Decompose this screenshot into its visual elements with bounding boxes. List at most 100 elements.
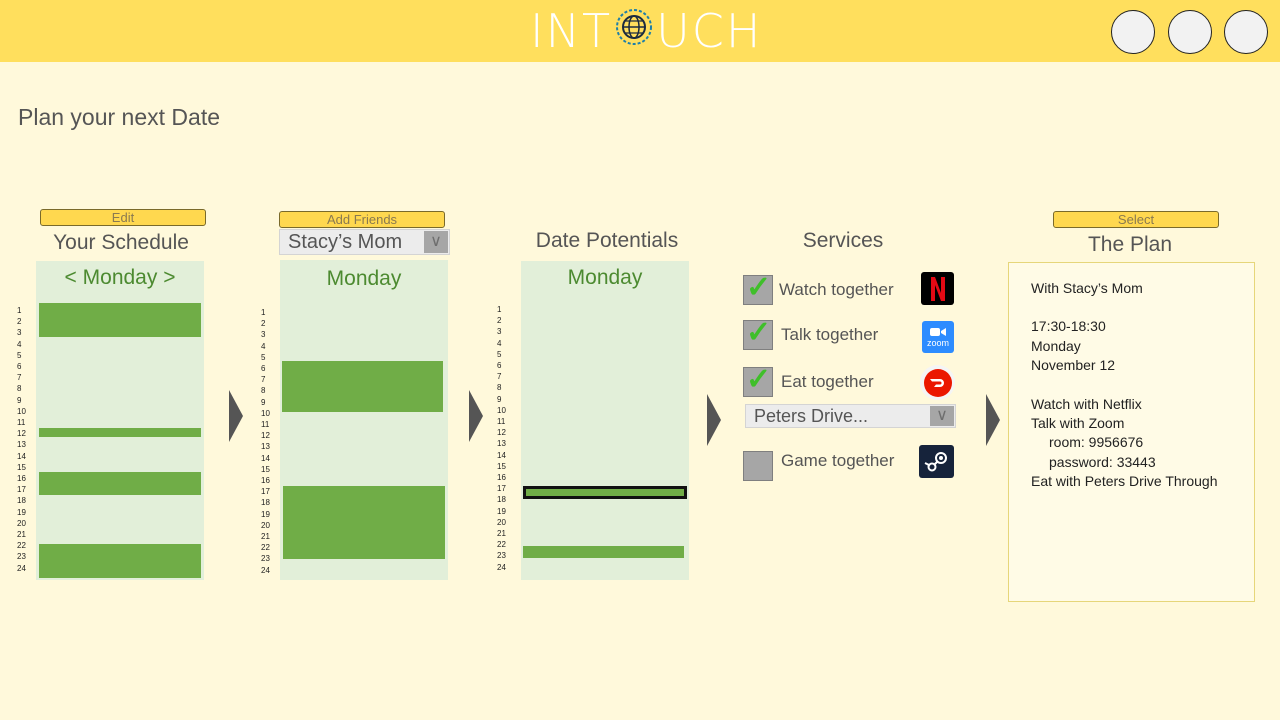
hour-label: 9 (497, 394, 502, 404)
hour-label: 12 (497, 428, 506, 438)
hour-label: 14 (17, 451, 26, 461)
potentials-panel: Monday (521, 261, 689, 580)
hour-label: 14 (261, 453, 270, 463)
potentials-day-label: Monday (567, 266, 643, 289)
restaurant-select[interactable]: Peters Drive... ∨ (745, 404, 956, 428)
hour-label: 22 (261, 543, 270, 553)
busy-block (283, 486, 445, 559)
check-icon: ✓ (746, 363, 772, 396)
plan-with: With Stacy’s Mom (1031, 280, 1143, 296)
hour-label: 20 (17, 518, 26, 528)
hour-label: 6 (497, 361, 502, 371)
hour-label: 24 (261, 565, 270, 575)
busy-block[interactable] (39, 544, 201, 578)
watch-checkbox[interactable]: ✓ (743, 271, 773, 305)
hour-label: 24 (497, 562, 506, 572)
busy-block[interactable] (39, 428, 201, 437)
hour-label: 17 (17, 485, 26, 495)
service-talk[interactable]: ✓ Talk together (743, 316, 878, 350)
restaurant-select-value: Peters Drive... (754, 406, 869, 426)
hour-label: 16 (261, 476, 270, 486)
intouch-logo[interactable]: IN T UCH (530, 4, 762, 58)
hour-label: 15 (497, 461, 506, 471)
hour-label: 6 (261, 364, 266, 374)
hour-label: 11 (261, 420, 270, 430)
plan-talk: Talk with Zoom (1031, 415, 1125, 432)
hour-label: 16 (17, 474, 26, 484)
schedule-panel: < Monday > (36, 261, 204, 580)
hour-label: 5 (17, 350, 22, 360)
hour-label: 7 (497, 372, 502, 382)
hour-label: 17 (261, 487, 270, 497)
hour-label: 8 (497, 383, 502, 393)
hour-label: 4 (497, 338, 502, 348)
hour-labels: 1 2 3 4 5 6 7 8 9 10 11 12 13 14 15 16 17 18 19 20 21 22 23 24 (261, 307, 270, 576)
hour-label: 1 (497, 305, 502, 314)
hour-label: 8 (17, 384, 22, 394)
next-arrow-icon (469, 390, 483, 442)
doordash-icon (920, 365, 955, 400)
hour-label: 2 (17, 317, 22, 327)
potentials-title: Date Potentials (535, 229, 679, 252)
hour-label: 1 (17, 306, 22, 315)
select-button[interactable]: Select (1053, 211, 1219, 228)
plan-password: password: 33443 (1049, 453, 1156, 470)
busy-block[interactable] (39, 303, 201, 337)
page-title: Plan your next Date (18, 104, 221, 130)
hour-labels: 1 2 3 4 5 6 7 8 9 10 11 12 13 14 15 16 17 18 19 20 21 22 23 24 (497, 304, 506, 573)
game-checkbox[interactable] (743, 451, 773, 481)
hour-label: 22 (497, 540, 506, 550)
hour-label: 18 (17, 496, 26, 506)
service-label: Eat together (781, 372, 874, 391)
chevron-down-icon[interactable]: ∨ (930, 406, 954, 426)
busy-block[interactable] (39, 472, 201, 495)
hour-label: 21 (261, 532, 270, 542)
add-friends-button[interactable]: Add Friends (279, 211, 445, 228)
friend-select-value: Stacy’s Mom (288, 231, 403, 253)
hour-label: 6 (17, 362, 22, 372)
chevron-down-icon[interactable]: ∨ (424, 231, 448, 253)
hour-label: 14 (497, 450, 506, 460)
hour-label: 7 (17, 373, 22, 383)
hour-label: 2 (497, 316, 502, 326)
netflix-icon (921, 272, 954, 305)
hour-label: 18 (261, 498, 270, 508)
zoom-icon: zoom (922, 321, 954, 353)
hour-label: 18 (497, 495, 506, 505)
day-selector[interactable]: < Monday > (36, 266, 204, 290)
hour-label: 4 (17, 339, 22, 349)
hour-label: 2 (261, 319, 266, 329)
service-watch[interactable]: ✓ Watch together (743, 271, 894, 305)
potential-slot[interactable] (523, 546, 684, 558)
hour-label: 19 (261, 509, 270, 519)
hour-label: 10 (17, 406, 26, 416)
services-title: Services (802, 229, 884, 252)
friend-select[interactable]: Stacy’s Mom ∨ (279, 229, 450, 255)
service-eat[interactable]: ✓ Eat together (743, 363, 874, 397)
hour-label: 21 (17, 530, 26, 540)
hour-label: 12 (17, 429, 26, 439)
selected-slot[interactable] (523, 486, 687, 499)
hour-label: 13 (17, 440, 26, 450)
logo-text-left: IN (530, 4, 582, 58)
hour-label: 11 (17, 418, 26, 428)
edit-button[interactable]: Edit (40, 209, 206, 226)
eat-checkbox[interactable]: ✓ (743, 363, 773, 397)
plan-eat: Eat with Peters Drive Through (1031, 473, 1218, 490)
globe-icon (614, 4, 654, 58)
avatar[interactable] (1168, 10, 1212, 54)
talk-checkbox[interactable]: ✓ (743, 316, 773, 350)
steam-icon (919, 445, 954, 478)
hour-label: 7 (261, 375, 266, 385)
plan-time: 17:30-18:30 (1031, 318, 1106, 335)
plan-watch: Watch with Netflix (1031, 395, 1142, 412)
hour-label: 3 (261, 330, 266, 340)
avatar[interactable] (1111, 10, 1155, 54)
service-game[interactable]: Game together (743, 451, 894, 481)
next-arrow-icon (229, 390, 243, 442)
hour-label: 24 (17, 563, 26, 573)
avatar[interactable] (1224, 10, 1268, 54)
plan-summary: With Stacy’s Mom 17:30-18:30 Monday Nove… (1008, 262, 1255, 602)
busy-block (282, 361, 443, 412)
next-arrow-icon (986, 394, 1000, 446)
